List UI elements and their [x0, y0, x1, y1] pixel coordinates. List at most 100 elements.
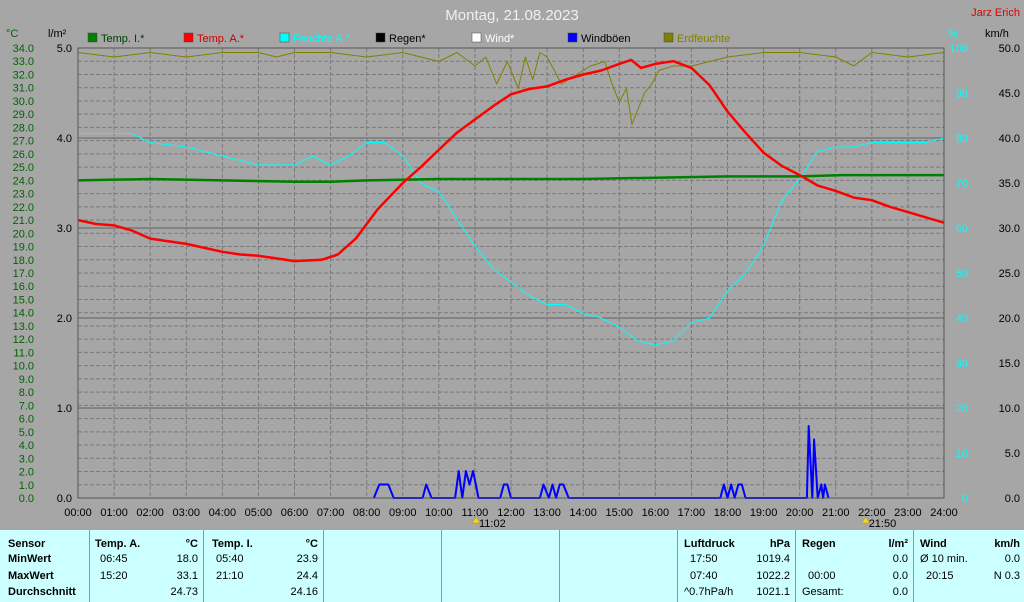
- stats-tempa-max: 33.1: [176, 570, 198, 582]
- legend-swatch: [471, 32, 482, 43]
- tick-label-wind: 5.0: [1005, 448, 1020, 460]
- legend-label: Temp. I.*: [101, 33, 145, 45]
- tick-label-temp: 20.0: [13, 228, 34, 240]
- axis-unit-humidity: %: [948, 28, 958, 40]
- tick-label-temp: 4.0: [19, 440, 34, 452]
- stats-tempi-avg: 24.16: [290, 586, 318, 598]
- stats-wind-max-time: 20:15: [926, 570, 954, 582]
- stats-wind-max: N 0.3: [993, 570, 1020, 582]
- stats-regen-time: 00:00: [808, 570, 836, 582]
- legend-swatch: [87, 32, 98, 43]
- legend-label: Feuchte A.*: [293, 33, 351, 45]
- tick-label-x: 16:00: [642, 507, 670, 519]
- tick-label-humidity: 80: [956, 133, 968, 145]
- legend-label: Regen*: [389, 33, 426, 45]
- chart-legend: Temp. I.* Temp. A.* Feuchte A.* Regen* Wind*…: [87, 32, 730, 45]
- tick-label-temp: 27.0: [13, 136, 34, 148]
- axis-unit-rain: l/m²: [48, 28, 67, 40]
- stats-tempi-unit: °C: [305, 538, 318, 550]
- tick-label-x: 13:00: [533, 507, 561, 519]
- legend-swatch: [279, 32, 290, 43]
- tick-label-x: 05:00: [245, 507, 273, 519]
- tick-label-x: 17:00: [678, 507, 706, 519]
- legend-label: Windböen: [581, 33, 631, 45]
- tick-label-humidity: 100: [950, 43, 968, 55]
- tick-label-temp: 26.0: [13, 149, 34, 161]
- tick-label-x: 02:00: [136, 507, 164, 519]
- sun-marker-label: 11:02: [479, 518, 506, 530]
- tick-label-humidity: 50: [956, 268, 968, 280]
- tick-label-x: 20:00: [786, 507, 814, 519]
- tick-label-wind: 35.0: [999, 178, 1020, 190]
- tick-label-rain: 0.0: [57, 493, 72, 505]
- stats-luftdruck-trend: ^0.7hPa/h: [684, 586, 734, 598]
- tick-label-x: 06:00: [281, 507, 309, 519]
- stats-regen-unit: l/m²: [888, 538, 908, 550]
- stats-wind-unit: km/h: [994, 538, 1020, 550]
- tick-label-wind: 15.0: [999, 358, 1020, 370]
- tick-label-temp: 28.0: [13, 122, 34, 134]
- stats-regen-head: Regen: [802, 538, 836, 550]
- stats-regen-total: 0.0: [892, 586, 908, 598]
- tick-label-humidity: 40: [956, 313, 968, 325]
- tick-label-temp: 33.0: [13, 56, 34, 68]
- stats-tempi-min: 23.9: [296, 553, 318, 565]
- stats-regen-total-label: Gesamt:: [802, 586, 844, 598]
- tick-label-humidity: 10: [956, 448, 968, 460]
- tick-label-temp: 23.0: [13, 189, 34, 201]
- legend-label: Temp. A.*: [197, 33, 245, 45]
- stats-wind-head: Wind: [920, 538, 947, 550]
- weather-chart: 0.01.02.03.04.05.06.07.08.09.010.011.012…: [6, 7, 1020, 530]
- tick-label-temp: 25.0: [13, 162, 34, 174]
- tick-label-wind: 30.0: [999, 223, 1020, 235]
- tick-label-temp: 8.0: [19, 387, 34, 399]
- tick-label-temp: 2.0: [19, 467, 34, 479]
- stats-tempi-max-time: 21:10: [216, 570, 244, 582]
- stats-regen-today: 0.0: [892, 553, 908, 565]
- axis-unit-wind: km/h: [985, 28, 1009, 40]
- tick-label-temp: 17.0: [13, 268, 34, 280]
- stats-regen-value: 0.0: [892, 570, 908, 582]
- tick-label-wind: 20.0: [999, 313, 1020, 325]
- tick-label-temp: 18.0: [13, 255, 34, 267]
- tick-label-temp: 7.0: [19, 400, 34, 412]
- tick-label-temp: 30.0: [13, 96, 34, 108]
- tick-label-rain: 5.0: [57, 43, 72, 55]
- tick-label-rain: 3.0: [57, 223, 72, 235]
- tick-label-temp: 34.0: [13, 43, 34, 55]
- tick-label-wind: 25.0: [999, 268, 1020, 280]
- tick-label-humidity: 90: [956, 88, 968, 100]
- tick-label-temp: 3.0: [19, 453, 34, 465]
- tick-label-x: 15:00: [605, 507, 633, 519]
- stats-tempi-max: 24.4: [296, 570, 318, 582]
- stats-luftdruck-head: Luftdruck: [684, 538, 735, 550]
- legend-swatch: [663, 32, 674, 43]
- legend-label: Wind*: [485, 33, 515, 45]
- stats-wind-avg: 0.0: [1004, 553, 1020, 565]
- tick-label-temp: 21.0: [13, 215, 34, 227]
- tick-label-temp: 9.0: [19, 374, 34, 386]
- tick-label-x: 07:00: [317, 507, 345, 519]
- tick-label-x: 08:00: [353, 507, 381, 519]
- tick-label-temp: 6.0: [19, 414, 34, 426]
- legend-swatch: [567, 32, 578, 43]
- stats-tempa-max-time: 15:20: [100, 570, 128, 582]
- tick-label-wind: 40.0: [999, 133, 1020, 145]
- chart-title: Montag, 21.08.2023: [445, 7, 578, 24]
- tick-label-x: 10:00: [425, 507, 453, 519]
- tick-label-temp: 31.0: [13, 83, 34, 95]
- tick-label-x: 01:00: [100, 507, 128, 519]
- tick-label-humidity: 0: [962, 493, 968, 505]
- tick-label-temp: 10.0: [13, 361, 34, 373]
- tick-label-x: 00:00: [64, 507, 92, 519]
- stats-tempi-min-time: 05:40: [216, 553, 244, 565]
- legend-swatch: [183, 32, 194, 43]
- chart-author: Jarz Erich: [971, 7, 1020, 19]
- statistics-panel: Sensor MinWert MaxWert Durchschnitt Temp…: [0, 530, 1024, 602]
- tick-label-wind: 10.0: [999, 403, 1020, 415]
- tick-label-x: 18:00: [714, 507, 742, 519]
- tick-label-temp: 12.0: [13, 334, 34, 346]
- tick-label-x: 14:00: [569, 507, 597, 519]
- stats-tempa-avg: 24.73: [170, 586, 198, 598]
- stats-row-max: MaxWert: [8, 570, 54, 582]
